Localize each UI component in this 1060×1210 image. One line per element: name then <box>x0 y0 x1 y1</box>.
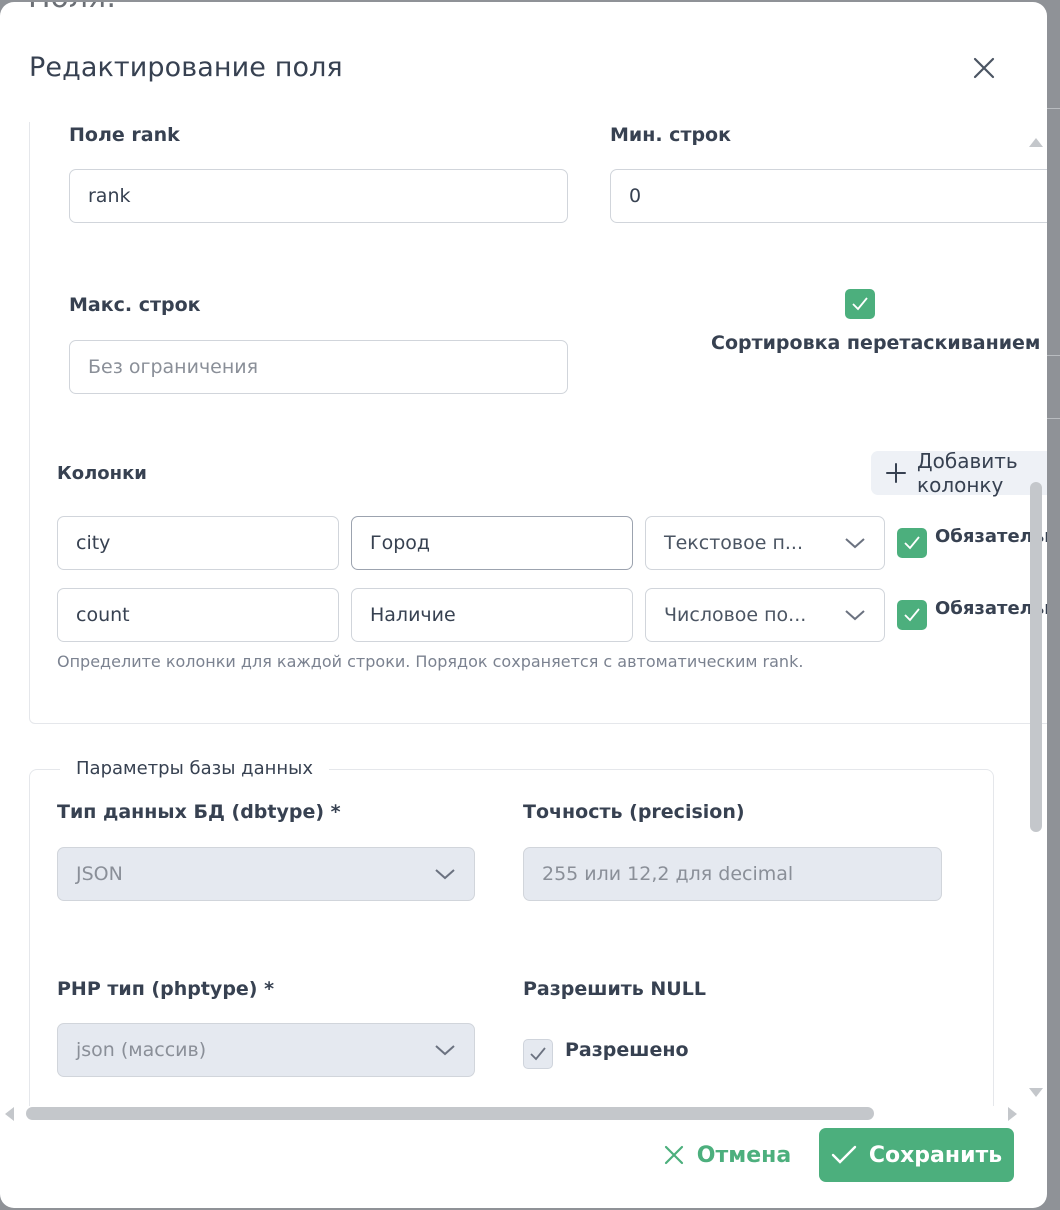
rank-field-input[interactable] <box>69 169 568 223</box>
modal-title: Редактирование поля <box>29 52 343 83</box>
close-icon <box>664 1145 683 1165</box>
column-key-input[interactable] <box>57 516 339 570</box>
phptype-label: PHP тип (phptype) * <box>57 978 275 1000</box>
backdrop-divider <box>1046 418 1060 419</box>
drag-sort-checkbox[interactable] <box>845 289 875 319</box>
chevron-down-icon <box>434 863 456 885</box>
column-required-checkbox[interactable] <box>897 600 927 630</box>
check-icon <box>852 297 868 311</box>
min-rows-input[interactable] <box>610 169 1047 223</box>
horizontal-scrollbar-thumb[interactable] <box>26 1107 874 1120</box>
precision-label: Точность (precision) <box>523 801 745 823</box>
max-rows-input[interactable] <box>69 340 568 394</box>
min-rows-label: Мин. строк <box>610 124 732 146</box>
add-column-button[interactable]: Добавить колонку <box>871 449 1047 497</box>
dbtype-select[interactable]: JSON <box>57 847 475 901</box>
check-icon <box>831 1145 857 1164</box>
allow-null-label: Разрешить NULL <box>523 978 706 1000</box>
close-button[interactable] <box>966 50 1002 86</box>
phptype-select[interactable]: json (массив) <box>57 1023 475 1077</box>
backdrop-divider <box>1046 355 1060 356</box>
column-required-checkbox[interactable] <box>897 528 927 558</box>
drag-sort-label: Сортировка перетаскиванием <box>711 332 1041 354</box>
check-icon <box>904 536 920 550</box>
column-key-input[interactable] <box>57 588 339 642</box>
edit-field-modal: Поля: Редактирование поля Поле rank Мин.… <box>0 2 1047 1208</box>
columns-label: Колонки <box>57 463 147 484</box>
column-type-select[interactable]: Текстовое п... <box>645 516 885 570</box>
check-icon <box>904 608 920 622</box>
dbtype-label: Тип данных БД (dbtype) * <box>57 801 341 823</box>
close-icon <box>973 57 995 79</box>
db-params-legend: Параметры базы данных <box>60 758 330 779</box>
column-type-value: Числовое по... <box>664 604 807 626</box>
allow-null-checkbox-label: Разрешено <box>565 1039 689 1061</box>
chevron-down-icon <box>844 532 866 554</box>
rank-field-label: Поле rank <box>69 124 180 146</box>
allow-null-checkbox[interactable] <box>523 1039 553 1069</box>
add-column-label: Добавить колонку <box>917 449 1018 497</box>
vertical-scrollbar-thumb[interactable] <box>1030 482 1042 832</box>
chevron-down-icon <box>434 1039 456 1061</box>
column-type-value: Текстовое п... <box>664 532 804 554</box>
backdrop-divider <box>1046 108 1060 109</box>
precision-input[interactable] <box>523 847 942 901</box>
scroll-left-arrow[interactable] <box>5 1107 14 1121</box>
max-rows-label: Макс. строк <box>69 294 201 316</box>
check-icon <box>530 1047 546 1061</box>
plus-icon <box>885 462 907 484</box>
modal-scroll-area[interactable]: Поле rank Мин. строк Макс. строк Сортиро… <box>0 122 1047 1106</box>
columns-help-text: Определите колонки для каждой строки. По… <box>57 652 804 671</box>
phptype-value: json (массив) <box>76 1039 207 1061</box>
save-button[interactable]: Сохранить <box>819 1128 1014 1182</box>
save-label: Сохранить <box>868 1142 1003 1168</box>
column-title-input[interactable] <box>351 588 633 642</box>
dbtype-value: JSON <box>76 863 123 885</box>
scroll-down-arrow[interactable] <box>1029 1088 1043 1097</box>
cancel-button[interactable]: Отмена <box>652 1128 802 1182</box>
scroll-right-arrow[interactable] <box>1008 1107 1017 1121</box>
cancel-label: Отмена <box>696 1142 792 1168</box>
backdrop-page-title: Поля: <box>28 2 116 15</box>
chevron-down-icon <box>844 604 866 626</box>
scroll-up-arrow[interactable] <box>1029 138 1043 147</box>
column-title-input[interactable] <box>351 516 633 570</box>
column-type-select[interactable]: Числовое по... <box>645 588 885 642</box>
